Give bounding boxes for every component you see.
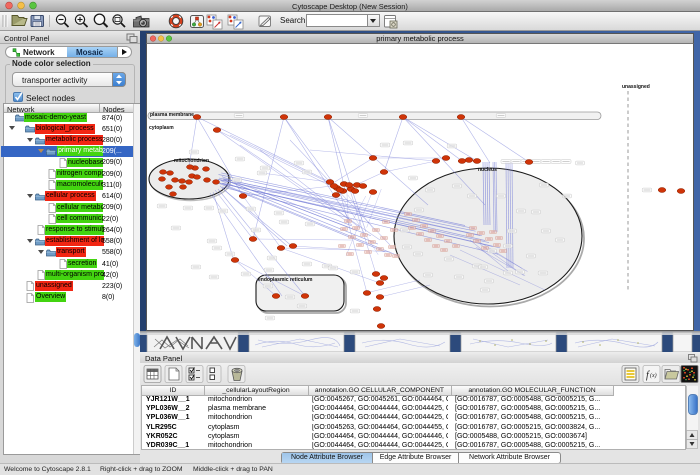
- svg-text:plasma membrane: plasma membrane: [150, 112, 194, 118]
- svg-text:endoplasmic reticulum: endoplasmic reticulum: [258, 277, 313, 283]
- svg-text:mitochondrion: mitochondrion: [174, 158, 209, 164]
- svg-text:cytoplasm: cytoplasm: [149, 125, 174, 131]
- svg-text:(x): (x): [650, 372, 657, 379]
- svg-text:unassigned: unassigned: [622, 84, 650, 90]
- svg-text:nucleus: nucleus: [478, 167, 497, 173]
